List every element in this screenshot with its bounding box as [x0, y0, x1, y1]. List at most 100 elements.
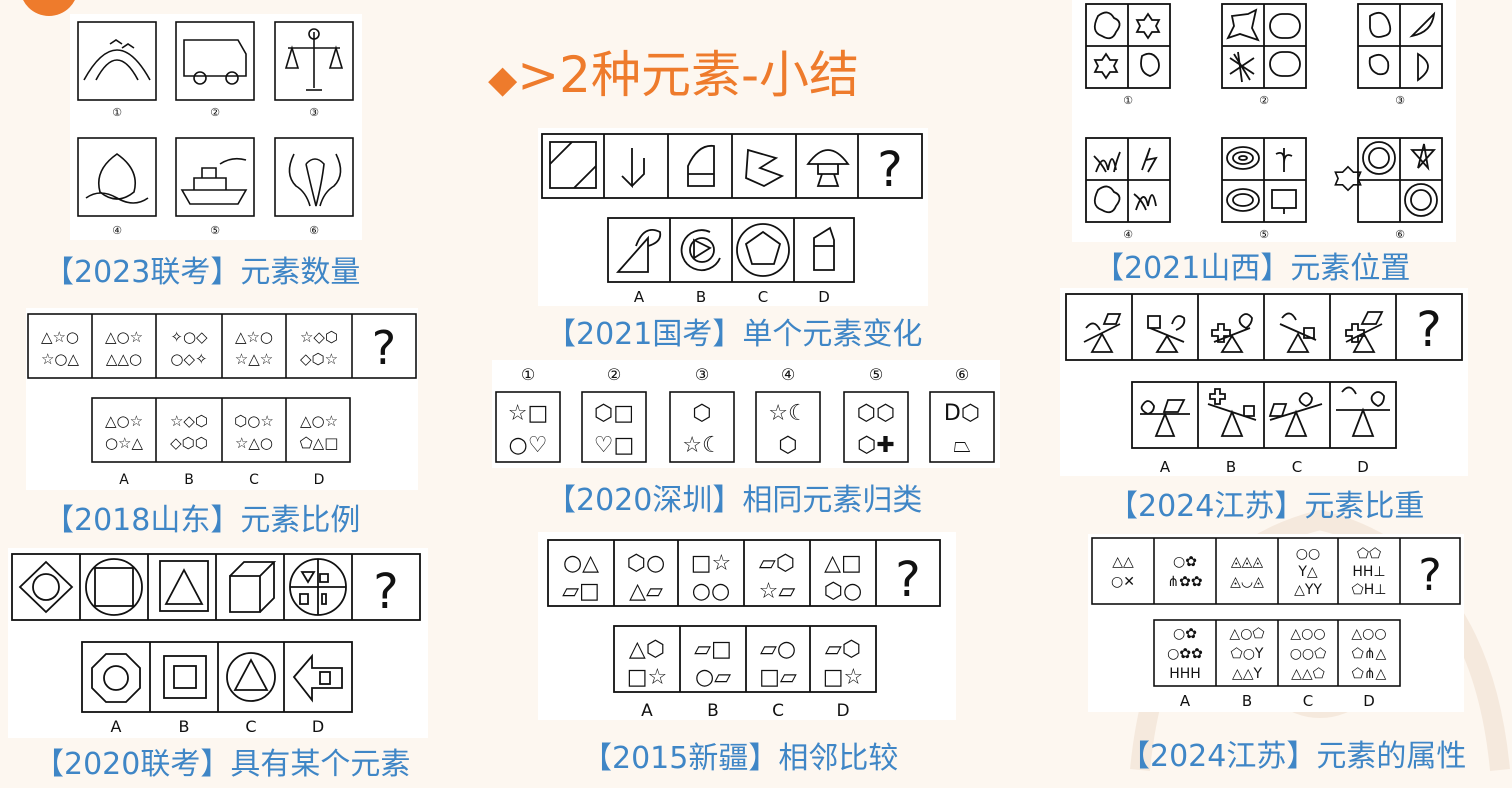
p9-opt-c-r1: △○○ — [1290, 626, 1325, 642]
p6-opt-a-r2: □☆ — [627, 665, 668, 690]
p8-letter-c: C — [1292, 458, 1302, 476]
puzzle-2020-shenzhen: ① ② ③ ④ ⑤ ⑥ ☆□ ○♡ ⬡□ ♡□ ⬡ ☆☾ ☆☾ ⬡ ⬡⬡ ⬡✚ … — [492, 360, 1000, 468]
p1-num-6: ⑥ — [309, 224, 319, 237]
p5-num-6: ⑥ — [955, 365, 969, 384]
p5-num-2: ② — [607, 365, 621, 384]
p1-num-4: ④ — [112, 224, 122, 237]
p3-letter-b: B — [179, 717, 190, 736]
p2-cell4-r1: △☆○ — [235, 328, 273, 346]
p5-cell6-r2: ⏢ — [953, 433, 971, 458]
title-diamond: ◆ — [488, 57, 518, 101]
p6-opt-b-r1: ⏥□ — [694, 637, 732, 662]
p9-letter-c: C — [1303, 692, 1313, 710]
p5-cell3-r1: ⬡ — [692, 401, 711, 426]
p6-cell5-r2: ⬡○ — [824, 579, 862, 604]
p9-cell3-r1: ◬◬◬ — [1230, 554, 1264, 570]
caption-2021-shanxi: 【2021山西】元素位置 — [1094, 251, 1411, 286]
p9-cell2-r1: ○✿ — [1173, 554, 1197, 570]
p6-cell1-r2: ⏥□ — [562, 579, 600, 604]
p6-opt-d-r2: □☆ — [823, 665, 864, 690]
p9-cell1-r1: △△ — [1112, 554, 1134, 570]
p5-num-3: ③ — [695, 365, 709, 384]
p4-letter-b: B — [696, 288, 706, 306]
p2-cell4-r2: ☆△☆ — [235, 350, 273, 368]
p9-letter-b: B — [1242, 692, 1252, 710]
p5-cell3-r2: ☆☾ — [682, 433, 721, 458]
p9-cell5-r3: ⬠H⊥ — [1352, 582, 1387, 598]
p2-cell2-r1: △○☆ — [105, 328, 143, 346]
p2-opt-c-r2: ☆△○ — [235, 434, 273, 452]
p2-letter-a: A — [119, 472, 129, 488]
p6-cell5-r1: △□ — [824, 551, 862, 576]
p5-cell5-r2: ⬡✚ — [857, 433, 895, 458]
puzzle-2021-shanxi: ① ② ③ ④ ⑤ ⑥ — [1072, 0, 1456, 242]
caption-2020-lian-kao: 【2020联考】具有某个元素 — [34, 747, 411, 782]
p9-opt-d-r3: ⬠⋔△ — [1352, 666, 1387, 682]
p1-num-5: ⑤ — [210, 224, 220, 237]
p2-cell5-r1: ☆◇⬡ — [300, 328, 338, 346]
p9-cell5-r1: ⬠⬠ — [1357, 546, 1381, 562]
p1-num-3: ③ — [309, 106, 319, 119]
p2-opt-b-r2: ◇⬡⬡ — [170, 434, 208, 452]
p2-cell2-r2: △△○ — [106, 350, 142, 368]
p6-cell3-r1: □☆ — [691, 551, 732, 576]
p6-opt-c-r1: ⏥○ — [760, 637, 796, 662]
p3-letter-d: D — [312, 717, 324, 736]
p7-num-2: ② — [1259, 94, 1269, 107]
title-text: >2种元素-小结 — [517, 46, 859, 104]
p9-opt-c-r3: △△⬠ — [1291, 666, 1325, 682]
p3-letter-c: C — [245, 717, 256, 736]
p5-num-1: ① — [521, 365, 535, 384]
p9-letter-d: D — [1363, 692, 1375, 710]
p4-question-mark: ? — [877, 142, 902, 198]
p5-cell6-r1: D⬡ — [944, 401, 980, 426]
p6-letter-c: C — [772, 701, 784, 720]
p9-cell4-r3: △YY — [1294, 582, 1322, 598]
p9-cell3-r2: ◬◡◬ — [1229, 574, 1264, 590]
p5-cell4-r1: ☆☾ — [768, 401, 807, 426]
p2-opt-a-r2: ○☆△ — [105, 434, 144, 452]
p1-num-1: ① — [112, 106, 122, 119]
p4-letter-a: A — [634, 288, 645, 306]
p2-opt-b-r1: ☆◇⬡ — [170, 412, 208, 430]
p5-num-4: ④ — [781, 365, 795, 384]
p2-opt-c-r1: ⬡○☆ — [234, 412, 274, 430]
p8-question-mark: ? — [1416, 302, 1441, 358]
p5-cell4-r2: ⬡ — [778, 433, 797, 458]
p7-num-6: ⑥ — [1395, 228, 1405, 241]
puzzle-2024-jiangsu-attr: △△ ○✕ ○✿ ⋔✿✿ ◬◬◬ ◬◡◬ ○○ Y△ △YY ⬠⬠ HH⊥ ⬠H… — [1088, 534, 1464, 712]
puzzle-2023-lian-kao: ① ② ③ ④ ⑤ ⑥ — [70, 14, 362, 240]
p6-letter-d: D — [836, 701, 849, 720]
p2-cell1-r1: △☆○ — [41, 328, 79, 346]
p1-num-2: ② — [210, 106, 220, 119]
p2-letter-d: D — [314, 472, 325, 488]
caption-2018-shandong: 【2018山东】元素比例 — [44, 503, 361, 538]
p5-cell1-r2: ○♡ — [509, 433, 548, 458]
puzzle-2024-jiangsu-weight: ? A B C D — [1060, 288, 1468, 476]
slide-title: ◆>2种元素-小结 — [488, 50, 859, 100]
p5-cell2-r2: ♡□ — [594, 433, 635, 458]
p6-opt-b-r2: ○⏥ — [695, 665, 731, 690]
p9-opt-d-r2: ⬠⋔△ — [1352, 646, 1387, 662]
caption-2020-shenzhen: 【2020深圳】相同元素归类 — [546, 483, 923, 518]
p4-letter-c: C — [758, 288, 768, 306]
p2-cell3-r2: ○◇✧ — [170, 350, 207, 368]
p7-num-5: ⑤ — [1259, 228, 1269, 241]
p9-opt-c-r2: ○○⬠ — [1290, 646, 1327, 662]
p6-cell1-r1: ○△ — [563, 551, 599, 576]
p2-opt-d-r2: ⬠△□ — [300, 434, 339, 452]
p3-question-mark: ? — [373, 564, 398, 620]
p8-letter-a: A — [1160, 458, 1171, 476]
p7-num-4: ④ — [1123, 228, 1133, 241]
p5-cell2-r1: ⬡□ — [594, 401, 634, 426]
p6-question-mark: ? — [895, 552, 920, 608]
puzzle-2021-guo-kao: ? A B C D — [538, 128, 928, 306]
p5-cell5-r1: ⬡⬡ — [857, 401, 895, 426]
p9-cell2-r2: ⋔✿✿ — [1167, 574, 1202, 590]
caption-2024-jiangsu-weight: 【2024江苏】元素比重 — [1108, 489, 1425, 524]
p9-opt-a-r1: ○✿ — [1173, 626, 1197, 642]
p2-cell1-r2: ☆○△ — [41, 350, 80, 368]
p6-cell2-r2: △⏥ — [629, 579, 663, 604]
p8-letter-b: B — [1226, 458, 1236, 476]
p6-opt-d-r1: ⏥⬡ — [825, 637, 861, 662]
